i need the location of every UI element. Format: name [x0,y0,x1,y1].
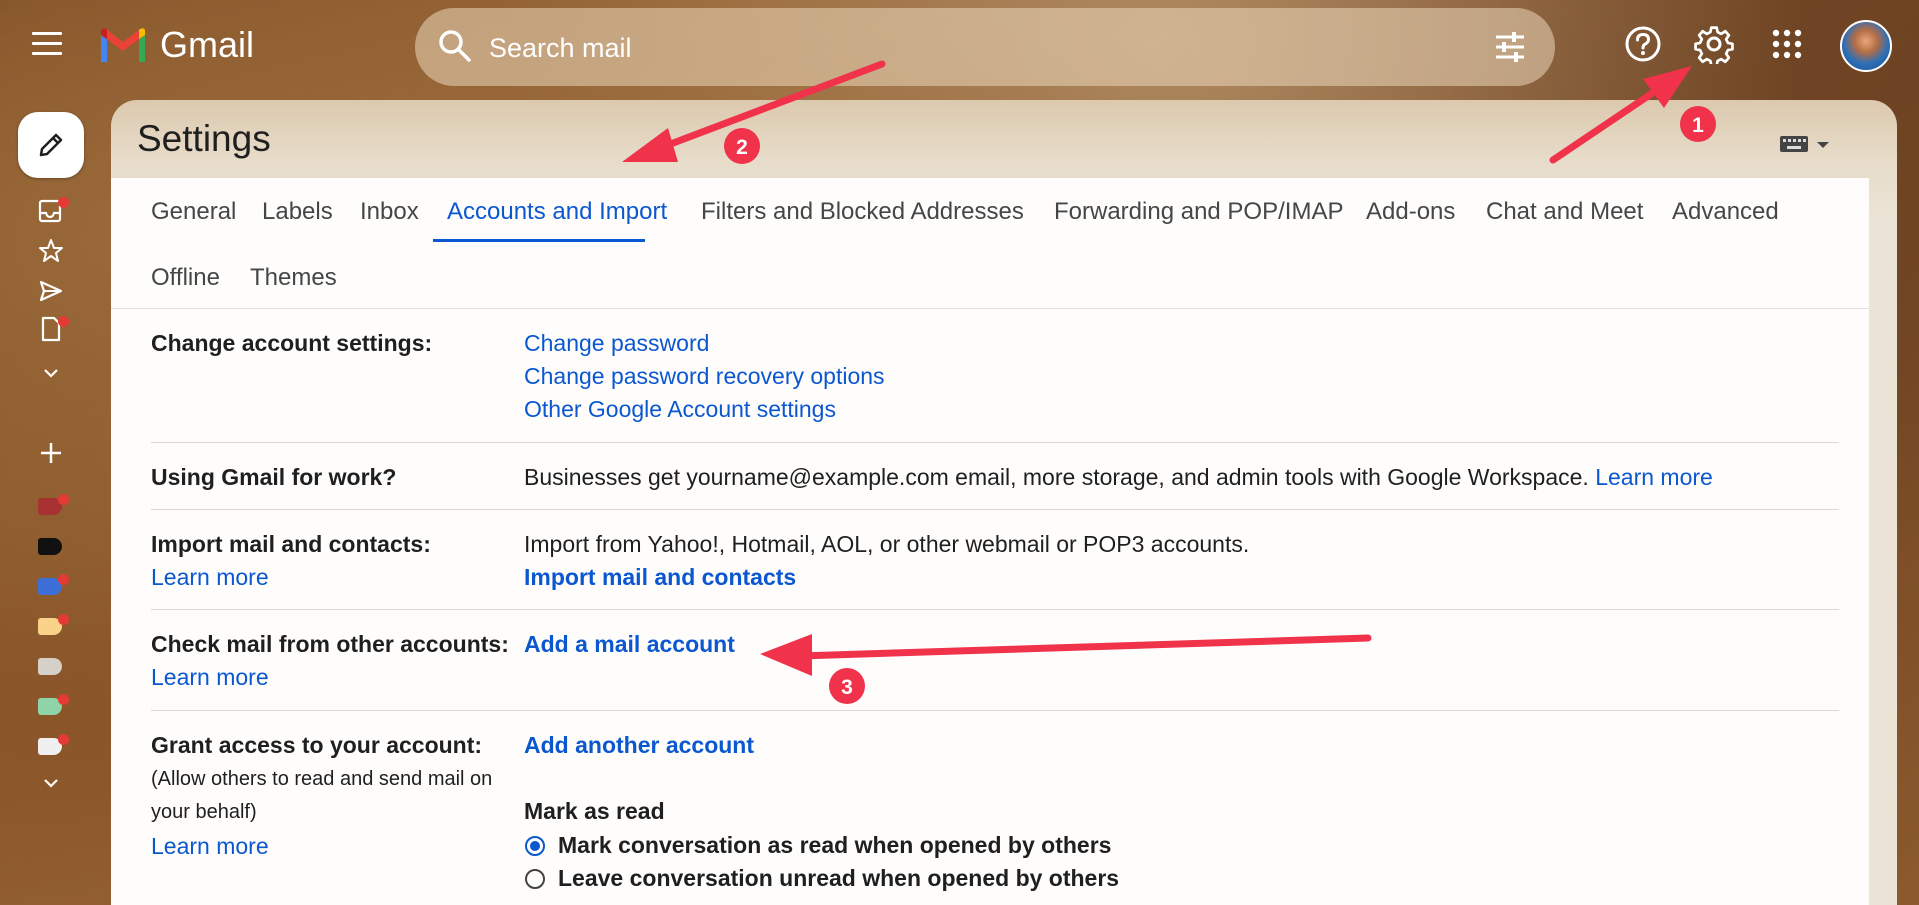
check-mail-learn-more-link[interactable]: Learn more [151,664,269,691]
app-name: Gmail [160,24,255,65]
label-tag-gray[interactable] [38,658,62,675]
grant-access-label: Grant access to your account: [151,732,483,758]
mark-as-read-title: Mark as read [524,798,665,824]
compose-button[interactable] [18,112,84,178]
grant-access-note-line2: your behalf) [151,801,257,823]
tab-general[interactable]: General [151,198,236,226]
search-bar [415,8,1555,86]
label-notification-dot [58,694,69,705]
leave-unread-option-label: Leave conversation unread when opened by… [558,865,1120,891]
row-divider [151,609,1839,610]
row-divider [151,442,1839,443]
import-mail-label: Import mail and contacts: [151,531,431,557]
add-mail-account-link[interactable]: Add a mail account [524,631,735,658]
plus-icon[interactable] [38,440,64,466]
mark-read-radio[interactable] [525,836,545,856]
gmail-for-work-description: Businesses get yourname@example.com emai… [524,464,1589,490]
avatar[interactable] [1840,20,1892,72]
gmail-logo[interactable]: Gmail [98,24,254,66]
gmail-for-work-text: Businesses get yourname@example.com emai… [524,464,1713,491]
change-account-settings-label: Change account settings: [151,330,433,356]
top-bar: Gmail [0,0,1919,92]
label-notification-dot [58,494,69,505]
import-mail-and-contacts-link[interactable]: Import mail and contacts [524,564,796,591]
gear-icon[interactable] [1694,24,1734,64]
inbox-notification-dot [58,197,69,208]
gmail-for-work-label: Using Gmail for work? [151,464,397,490]
check-mail-label: Check mail from other accounts: [151,631,509,657]
label-notification-dot [58,734,69,745]
drafts-notification-dot [58,316,69,327]
other-google-account-settings-link[interactable]: Other Google Account settings [524,396,836,423]
tab-themes[interactable]: Themes [250,264,337,292]
change-password-link[interactable]: Change password [524,330,709,357]
tab-offline[interactable]: Offline [151,264,220,292]
row-divider [151,710,1839,711]
gmail-m-icon [101,28,145,62]
label-notification-dot [58,574,69,585]
page-title: Settings [137,118,271,159]
grant-access-note-line1: (Allow others to read and send mail on [151,768,493,790]
send-icon[interactable] [38,278,64,304]
chevron-down-icon[interactable] [38,770,64,796]
chevron-down-icon[interactable] [38,360,64,386]
tabs-divider [111,308,1869,309]
tab-chat-and-meet[interactable]: Chat and Meet [1486,198,1643,226]
import-description: Import from Yahoo!, Hotmail, AOL, or oth… [524,531,1250,557]
label-tag-black[interactable] [38,538,62,555]
row-divider [151,509,1839,510]
menu-icon[interactable] [32,32,62,56]
mark-read-option-label: Mark conversation as read when opened by… [558,832,1112,858]
grant-access-learn-more-link[interactable]: Learn more [151,833,269,860]
add-another-account-link[interactable]: Add another account [524,732,754,759]
tab-add-ons[interactable]: Add-ons [1366,198,1455,226]
settings-panel: Settings General Labels Inbox Accounts a… [111,100,1897,905]
left-sidebar [0,100,100,905]
search-input[interactable] [487,26,1391,70]
tab-filters[interactable]: Filters and Blocked Addresses [701,198,1024,226]
apps-grid-icon[interactable] [1772,29,1802,59]
change-password-recovery-link[interactable]: Change password recovery options [524,363,885,390]
tab-forwarding[interactable]: Forwarding and POP/IMAP [1054,198,1343,226]
leave-unread-radio[interactable] [525,869,545,889]
settings-content: General Labels Inbox Accounts and Import… [111,178,1869,905]
search-icon[interactable] [437,28,473,64]
tab-advanced[interactable]: Advanced [1672,198,1779,226]
gmail-for-work-learn-more-link[interactable]: Learn more [1595,464,1713,490]
import-learn-more-link[interactable]: Learn more [151,564,269,591]
pencil-icon [39,133,63,157]
tab-inbox[interactable]: Inbox [360,198,419,226]
tune-icon[interactable] [1493,30,1527,64]
keyboard-icon[interactable] [1779,132,1835,156]
star-icon[interactable] [38,238,64,264]
tab-accounts-and-import[interactable]: Accounts and Import [447,198,667,226]
tab-labels[interactable]: Labels [262,198,333,226]
help-icon[interactable] [1623,24,1663,64]
label-notification-dot [58,614,69,625]
active-tab-indicator [433,239,645,242]
